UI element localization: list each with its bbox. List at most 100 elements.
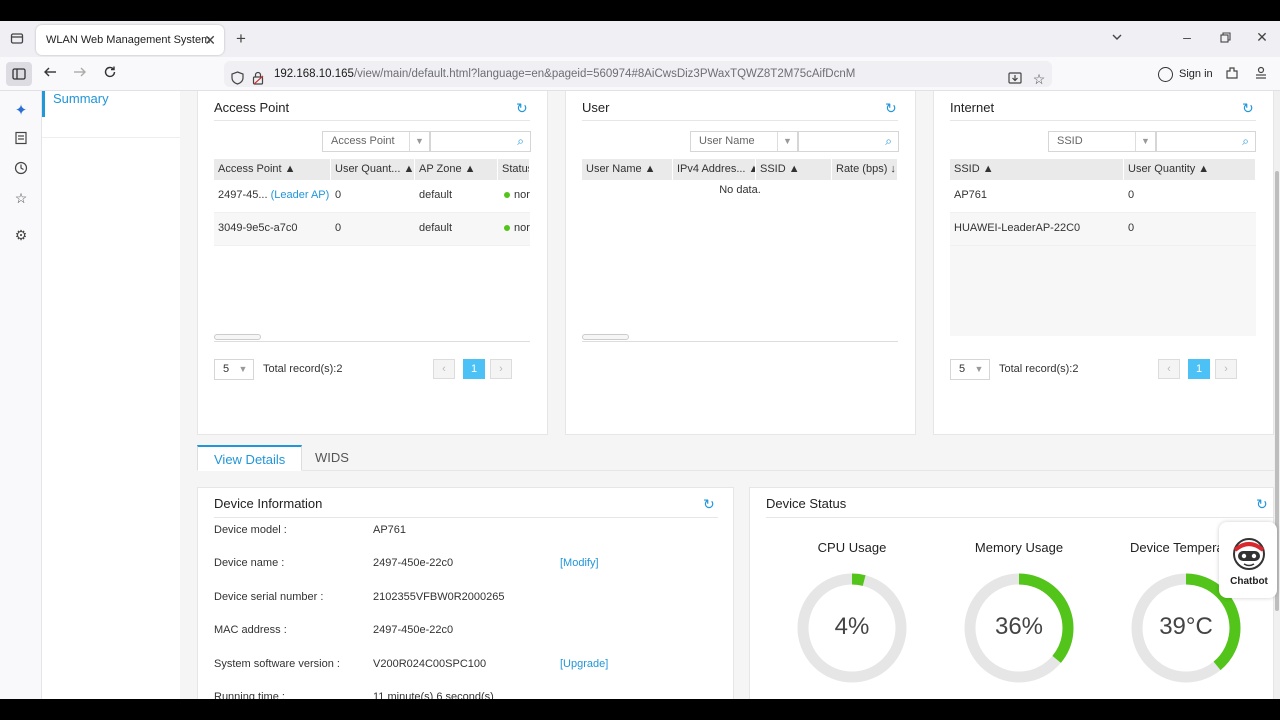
device-information-card: Device Information ↻ Device model : AP76… (197, 487, 734, 699)
empty-message: No data. (719, 184, 761, 196)
clock-icon[interactable] (12, 161, 30, 178)
page-vertical-scrollbar[interactable] (1274, 91, 1280, 699)
column-header[interactable]: SSID ▲ (756, 159, 832, 180)
leader-ap-tag: (Leader AP) (270, 189, 330, 201)
refresh-icon[interactable]: ↻ (1242, 101, 1256, 115)
horizontal-scrollbar[interactable] (582, 334, 629, 340)
user-search-input[interactable]: ⌕ (798, 131, 899, 152)
prev-page-button[interactable]: ‹ (433, 359, 455, 379)
chatbot-button[interactable]: Chatbot (1219, 522, 1277, 598)
settings-gear-icon[interactable]: ⚙ (12, 227, 30, 244)
status-dot (504, 225, 510, 232)
history-icon[interactable] (12, 131, 30, 148)
tab-wids[interactable]: WIDS (299, 445, 365, 471)
column-header[interactable]: Status (498, 159, 530, 180)
tab-list-icon[interactable] (8, 31, 26, 48)
bookmark-star-icon[interactable]: ☆ (12, 190, 30, 207)
column-header[interactable]: Rate (bps) ↓↑ (832, 159, 898, 180)
chevron-down-icon: ▼ (238, 364, 248, 374)
sign-in-button[interactable]: Sign in (1152, 61, 1216, 87)
address-bar[interactable]: 192.168.10.165/view/main/default.html?la… (224, 61, 1052, 87)
page-size-select[interactable]: 5 ▼ (950, 359, 990, 380)
internet-search-input[interactable]: ⌕ (1156, 131, 1256, 152)
page-button[interactable]: 1 (463, 359, 485, 379)
search-icon[interactable]: ⌕ (885, 134, 892, 149)
column-header[interactable]: AP Zone ▲ (415, 159, 498, 180)
page-size-value: 5 (959, 363, 966, 375)
refresh-icon[interactable]: ↻ (885, 101, 899, 115)
close-icon[interactable]: ✕ (204, 25, 216, 55)
page-size-select[interactable]: 5 ▼ (214, 359, 254, 380)
browser-window: WLAN Web Management System ✕ + – ✕ 192.1… (0, 21, 1280, 699)
mac-address-label: MAC address : (214, 624, 287, 636)
window-close-icon[interactable]: ✕ (1253, 29, 1271, 46)
page-button[interactable]: 1 (1188, 359, 1210, 379)
search-icon[interactable]: ⌕ (1242, 134, 1249, 149)
table-row[interactable]: AP761 0 (950, 180, 1256, 213)
restore-icon[interactable] (1216, 30, 1234, 46)
tab-view-details[interactable]: View Details (197, 445, 303, 471)
column-header[interactable]: Access Point ▲ (214, 159, 331, 180)
lock-icon[interactable] (251, 67, 265, 93)
chevron-down-icon: ▼ (974, 364, 984, 374)
user-title: User (582, 100, 610, 115)
divider (214, 341, 530, 342)
ai-sparkle-icon[interactable]: ✦ (12, 101, 30, 119)
device-name-value: 2497-450e-22c0 (373, 557, 454, 569)
new-tab-icon[interactable]: + (232, 29, 250, 49)
gauges-svg (797, 573, 1241, 683)
next-page-button[interactable]: › (490, 359, 512, 379)
upgrade-link[interactable]: [Upgrade] (560, 658, 608, 670)
table-row[interactable]: HUAWEI-LeaderAP-22C0 0 (950, 213, 1256, 246)
horizontal-scrollbar[interactable] (214, 334, 261, 340)
access-point-card: Access Point ↻ Access Point ▼ ⌕ Access P… (197, 91, 548, 435)
total-records: Total record(s):2 (999, 363, 1079, 375)
serial-number-value: 2102355VFBW0R2000265 (373, 591, 505, 603)
nav-item-summary[interactable]: Summary (42, 91, 180, 117)
menu-icon[interactable] (1252, 66, 1270, 83)
cell-ap-name: 2497-45... (218, 189, 268, 201)
shield-icon[interactable] (230, 67, 244, 93)
column-header[interactable]: SSID ▲ (950, 159, 1124, 180)
internet-table-header: SSID ▲ User Quantity ▲ (950, 159, 1256, 180)
chevron-down-icon: ▼ (409, 132, 429, 151)
cell-status: nor (514, 189, 530, 201)
refresh-icon[interactable]: ↻ (516, 101, 530, 115)
user-filter-select[interactable]: User Name ▼ (690, 131, 798, 152)
internet-filter-select[interactable]: SSID ▼ (1048, 131, 1156, 152)
reload-icon[interactable] (102, 65, 118, 82)
serial-number-label: Device serial number : (214, 591, 324, 603)
back-icon[interactable] (42, 65, 58, 82)
column-header[interactable]: User Quant... ▲ (331, 159, 415, 180)
access-point-filter-select[interactable]: Access Point ▼ (322, 131, 430, 152)
table-row[interactable]: 3049-9e5c-a7c0 0 default nor (214, 213, 530, 246)
column-header[interactable]: User Name ▲ (582, 159, 673, 180)
prev-page-button[interactable]: ‹ (1158, 359, 1180, 379)
chevron-down-icon[interactable] (1108, 30, 1126, 46)
tab-wlan[interactable]: WLAN Web Management System ✕ (36, 25, 224, 55)
modify-link[interactable]: [Modify] (560, 557, 599, 569)
internet-card: Internet ↻ SSID ▼ ⌕ SSID ▲ User Quantity… (933, 91, 1274, 435)
access-point-title: Access Point (214, 100, 290, 115)
star-icon[interactable]: ☆ (1032, 66, 1046, 92)
extensions-icon[interactable] (1224, 66, 1240, 83)
nav-panel: Summary (42, 91, 180, 699)
download-icon[interactable] (1008, 67, 1022, 93)
next-page-button[interactable]: › (1215, 359, 1237, 379)
column-header[interactable]: User Quantity ▲ (1124, 159, 1256, 180)
sidebar-toggle-icon[interactable] (6, 62, 32, 86)
tab-bar: WLAN Web Management System ✕ + – ✕ (0, 21, 1280, 57)
divider (950, 120, 1256, 121)
running-time-label: Running time : (214, 691, 285, 699)
cell-ap-name: 3049-9e5c-a7c0 (218, 222, 298, 234)
refresh-icon[interactable]: ↻ (703, 497, 717, 511)
column-header[interactable]: IPv4 Addres... ▲ (673, 159, 756, 180)
cell-user-quantity: 0 (1128, 222, 1135, 234)
minimize-icon[interactable]: – (1178, 29, 1196, 45)
device-information-title: Device Information (214, 496, 323, 511)
cell-user-quantity: 0 (335, 189, 342, 201)
search-icon[interactable]: ⌕ (517, 134, 524, 149)
forward-icon[interactable] (72, 65, 88, 82)
table-row[interactable]: 2497-45... (Leader AP) 0 default nor (214, 180, 530, 213)
access-point-search-input[interactable]: ⌕ (430, 131, 531, 152)
